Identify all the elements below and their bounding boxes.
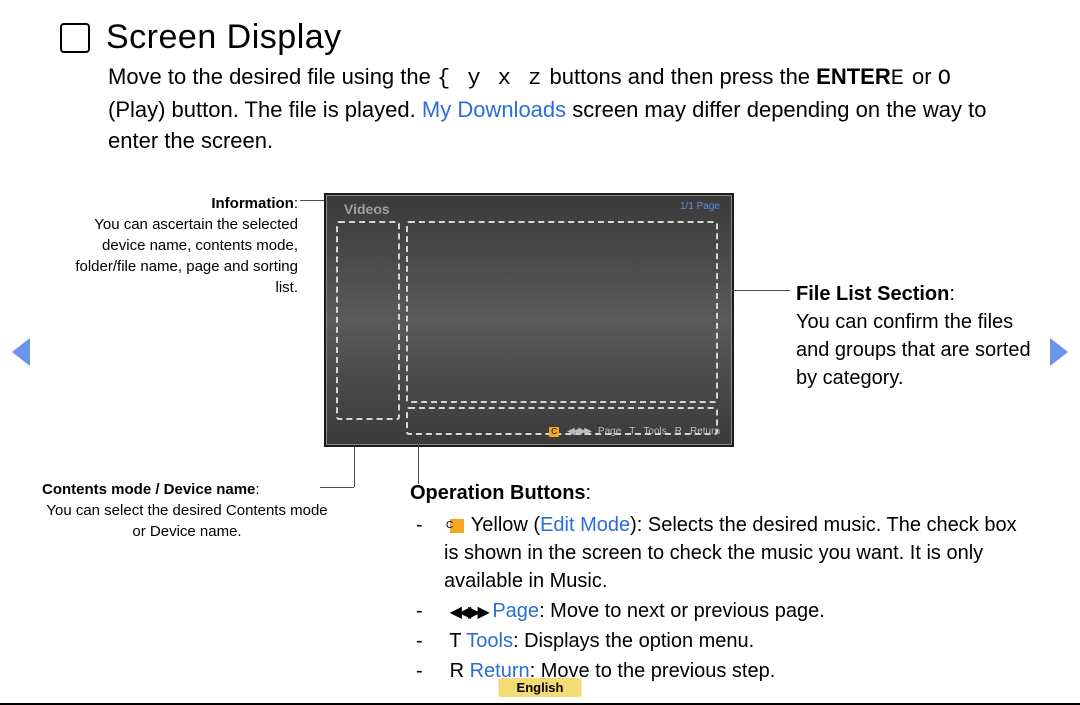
mock-footer-tools: Tools [643, 426, 666, 437]
file-list-heading: File List Section [796, 283, 949, 305]
op-tools-post: : Displays the option menu. [513, 630, 754, 652]
mock-title: Videos [344, 201, 390, 217]
information-callout: Information: You can ascertain the selec… [68, 193, 298, 298]
screen-mock: Videos 1/1 Page C ◀◀▶▶ Page T Tools R Re… [324, 193, 734, 447]
mock-footer-return: Return [690, 426, 720, 437]
page-nav-icon: ◀◀▶▶ [567, 426, 590, 437]
contents-mode-body: You can select the desired Contents mode… [46, 502, 327, 540]
callout-line [732, 290, 790, 291]
language-pill: English [499, 678, 582, 697]
contents-mode-heading: Contents mode / Device name [42, 479, 255, 500]
callout-line [418, 444, 419, 484]
mock-page-indicator: 1/1 Page [680, 201, 720, 212]
op-tools-name: Tools [466, 630, 513, 652]
enter-glyph: E [891, 66, 906, 91]
mock-info-region [336, 221, 400, 420]
yellow-button-icon: C [450, 519, 464, 533]
direction-buttons-glyphs: { y x z [437, 66, 543, 91]
op-tools-key: T [449, 630, 461, 652]
enter-label: ENTER [816, 64, 891, 89]
op-item-yellow: - C Yellow (Edit Mode): Selects the desi… [430, 511, 1030, 595]
page-title-row: Screen Display [60, 18, 342, 57]
information-body: You can ascertain the selected device na… [75, 216, 298, 296]
op-yellow-label: Yellow ( [471, 514, 540, 536]
intro-text-2: buttons and then press the [550, 64, 817, 89]
callout-line [354, 444, 355, 487]
op-page-name: Page [492, 600, 539, 622]
file-list-body: You can confirm the files and groups tha… [796, 311, 1031, 389]
op-return-key: R [450, 660, 464, 682]
edit-mode-link: Edit Mode [540, 514, 630, 536]
intro-text-3: (Play) button. The file is played. [108, 97, 422, 122]
page-nav-icon: ◀◀▶▶ [450, 604, 487, 621]
contents-mode-callout: Contents mode / Device name: You can sel… [42, 479, 332, 542]
prev-page-arrow[interactable] [12, 338, 30, 366]
file-list-callout: File List Section: You can confirm the f… [796, 280, 1036, 392]
page-title: Screen Display [106, 18, 342, 57]
section-icon [60, 23, 90, 53]
op-item-tools: - T Tools: Displays the option menu. [430, 627, 1030, 655]
or-text: or [912, 64, 938, 89]
callout-line [320, 487, 354, 488]
operation-heading: Operation Buttons [410, 482, 586, 504]
mock-footer-return-key: R [675, 426, 682, 437]
play-glyph: O [938, 66, 953, 91]
op-page-post: : Move to next or previous page. [539, 600, 825, 622]
next-page-arrow[interactable] [1050, 338, 1068, 366]
information-heading: Information [211, 195, 294, 212]
op-item-page: - ◀◀▶▶ Page: Move to next or previous pa… [430, 597, 1030, 625]
c-button-icon: C [549, 427, 559, 437]
my-downloads-link: My Downloads [422, 97, 566, 122]
mock-filelist-region [406, 221, 718, 403]
operation-buttons-callout: Operation Buttons: - C Yellow (Edit Mode… [410, 479, 1030, 687]
mock-footer-page: Page [598, 426, 621, 437]
mock-footer: C ◀◀▶▶ Page T Tools R Return [549, 426, 720, 437]
intro-paragraph: Move to the desired file using the { y x… [108, 62, 988, 156]
mock-footer-tools-key: T [629, 426, 635, 437]
intro-text-1: Move to the desired file using the [108, 64, 437, 89]
